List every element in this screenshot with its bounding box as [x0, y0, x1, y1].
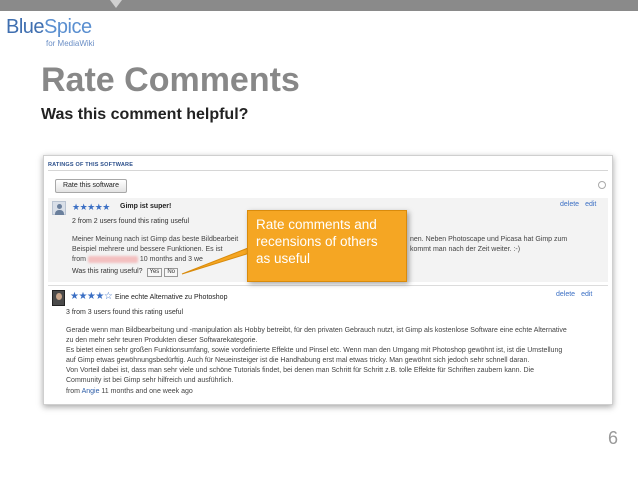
slide-top-bar [0, 0, 638, 11]
logo-name-b: Spice [44, 16, 92, 38]
from-prefix: from [72, 256, 86, 263]
yes-button[interactable]: Yes [146, 268, 163, 277]
rating-body-line: Community ist bei Gimp sehr hilfreich un… [66, 377, 234, 384]
rating-useful-count: 3 from 3 users found this rating useful [66, 309, 184, 316]
logo-tagline: for MediaWiki [46, 39, 95, 48]
rating-body-line: nen. Neben Photoscape und Picasa hat Gim… [410, 236, 568, 243]
helpful-prompt: Was this rating useful? Yes No [72, 267, 178, 277]
ratings-header: RATINGS OF THIS SOFTWARE [48, 162, 134, 168]
callout-line: as useful [256, 251, 311, 266]
callout-line: recensions of others [256, 234, 378, 249]
from-prefix: from [66, 388, 80, 395]
rating-time: 11 months and one week ago [101, 388, 193, 395]
rating-body-line: auf Gimp etwas gewöhnungsbedürftig. Auch… [66, 357, 530, 364]
slide-subtitle: Was this comment helpful? [41, 106, 249, 123]
edit-link[interactable]: edit [585, 201, 596, 208]
page-number: 6 [607, 428, 618, 448]
rating-title: Eine echte Alternative zu Photoshop [115, 294, 228, 301]
delete-link[interactable]: delete [556, 291, 575, 298]
avatar-icon [52, 201, 66, 215]
rating-useful-count: 2 from 2 users found this rating useful [72, 218, 190, 225]
rating-actions: delete edit [550, 290, 592, 300]
logo-wordmark: BlueSpice [6, 16, 116, 38]
refresh-icon[interactable] [598, 181, 606, 189]
callout-line: Rate comments and [256, 217, 377, 232]
rating-author-line: from Angie 11 months and one week ago [66, 387, 193, 397]
delete-link[interactable]: delete [560, 201, 579, 208]
helpful-label: Was this rating useful? [72, 268, 143, 275]
rating-actions: delete edit [554, 200, 596, 210]
edit-link[interactable]: edit [581, 291, 592, 298]
no-button[interactable]: No [164, 268, 178, 277]
rate-software-button[interactable]: Rate this software [55, 179, 127, 193]
author-link[interactable]: Angie [82, 388, 100, 395]
rating-body-line: Es bietet einen sehr großen Funktionsumf… [66, 347, 563, 354]
rating-divider [48, 285, 608, 286]
rating-body-line: Von Vorteil dabei ist, dass man sehr vie… [66, 367, 534, 374]
rating-body-line: kommt man nach der Zeit weiter. :-) [410, 246, 521, 253]
header-divider [48, 170, 608, 171]
blurred-username [87, 255, 138, 263]
top-bar-notch [110, 0, 122, 8]
avatar-photo-icon [52, 290, 65, 306]
slide-title: Rate Comments [41, 61, 300, 99]
rating-title: Gimp ist super! [120, 203, 172, 210]
annotation-callout: Rate comments and recensions of others a… [247, 210, 407, 282]
logo-name-a: Blue [6, 16, 45, 38]
bluespice-logo: BlueSpice for MediaWiki [6, 16, 116, 56]
rating-body-line: Meiner Meinung nach ist Gimp das beste B… [72, 236, 239, 243]
rating-body-line: Gerade wenn man Bildbearbeitung und -man… [66, 327, 567, 334]
rating-stars-icon: ★★★★★ [72, 202, 110, 212]
rating-stars-icon: ★★★★☆ [70, 291, 113, 302]
rating-body-line: zu den mehr sehr teuren Produkten dieser… [66, 337, 258, 344]
